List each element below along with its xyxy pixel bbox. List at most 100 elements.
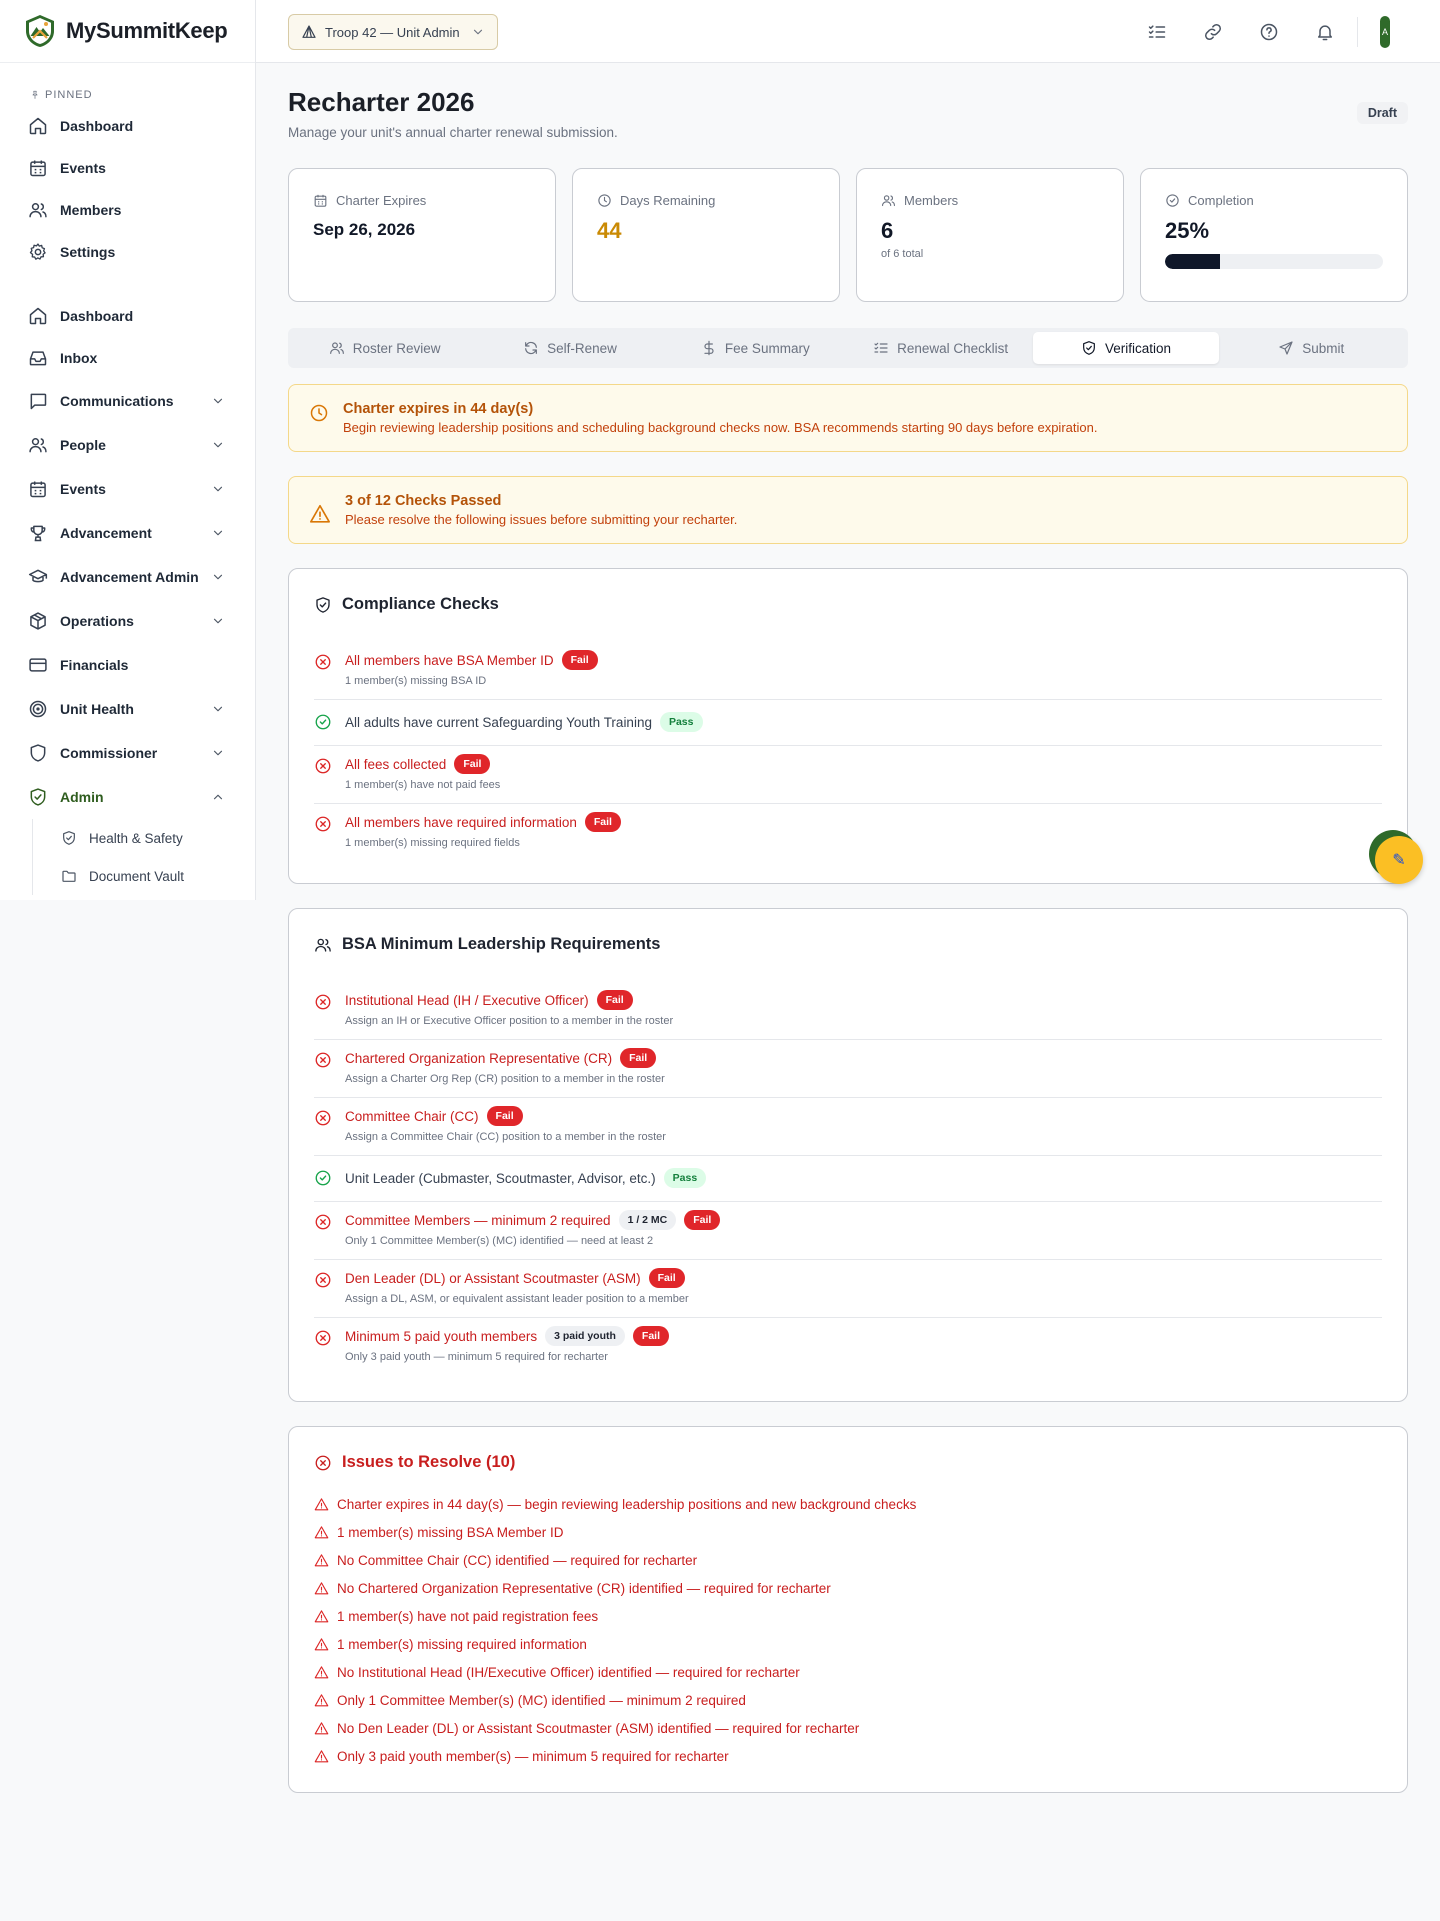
floating-action-button[interactable]: ✎ [1375, 836, 1423, 884]
tab-fee-summary[interactable]: Fee Summary [663, 332, 848, 364]
sidebar-item-operations[interactable]: Operations [0, 599, 255, 643]
check-circle-icon [1165, 193, 1180, 208]
shield-check-icon [1081, 340, 1097, 356]
x-circle-icon [314, 1329, 332, 1347]
sidebar-item-events[interactable]: Events [0, 467, 255, 511]
recharter-tabs: Roster Review Self-Renew Fee Summary Ren… [288, 328, 1408, 368]
pinned-item-members[interactable]: Members [0, 189, 255, 231]
issue-text: Only 1 Committee Member(s) (MC) identifi… [337, 1692, 746, 1708]
sidebar-item-financials[interactable]: Financials [0, 643, 255, 687]
check-detail: Assign a Charter Org Rep (CR) position t… [345, 1073, 665, 1085]
check-circle-icon [314, 1169, 332, 1187]
avatar[interactable]: A [1380, 15, 1390, 48]
alert-text: Begin reviewing leadership positions and… [343, 420, 1098, 435]
nav-label: Communications [60, 393, 174, 409]
help-icon[interactable] [1259, 22, 1279, 42]
refresh-icon [523, 340, 539, 356]
users-icon [881, 193, 896, 208]
chevron-down-icon [211, 394, 225, 408]
checks-summary-alert: 3 of 12 Checks Passed Please resolve the… [288, 476, 1408, 544]
check-detail: Assign an IH or Executive Officer positi… [345, 1015, 674, 1027]
alert-title: Charter expires in 44 day(s) [343, 401, 534, 417]
sidebar-item-people[interactable]: People [0, 423, 255, 467]
tab-submit[interactable]: Submit [1219, 332, 1404, 364]
card-title: Issues to Resolve (10) [314, 1453, 1382, 1472]
fail-badge: Fail [596, 990, 633, 1010]
check-detail: Assign a DL, ASM, or equivalent assistan… [345, 1293, 689, 1305]
sidebar-subitem-health-safety[interactable]: Health & Safety [33, 819, 255, 857]
check-label: Committee Members — minimum 2 required [345, 1212, 611, 1228]
card-title-text: Issues to Resolve (10) [342, 1453, 516, 1471]
nav-label: Advancement Admin [60, 569, 199, 585]
unit-selector[interactable]: Troop 42 — Unit Admin [288, 14, 498, 50]
tab-roster-review[interactable]: Roster Review [292, 332, 477, 364]
sidebar-subitem-document-vault[interactable]: Document Vault [33, 857, 255, 895]
count-badge: 3 paid youth [545, 1326, 625, 1346]
bell-icon[interactable] [1315, 22, 1335, 42]
stats-row: Charter Expires Sep 26, 2026 Days Remain… [288, 168, 1408, 302]
tab-verification[interactable]: Verification [1033, 332, 1219, 364]
sidebar-item-communications[interactable]: Communications [0, 379, 255, 423]
stat-value: 44 [597, 218, 622, 243]
nav-label: Operations [60, 613, 134, 629]
issues-to-resolve-card: Issues to Resolve (10) Charter expires i… [288, 1426, 1408, 1793]
sidebar-item-advancement-admin[interactable]: Advancement Admin [0, 555, 255, 599]
check-label: All members have required information [345, 814, 577, 830]
issue-text: 1 member(s) missing BSA Member ID [337, 1524, 564, 1540]
nav-label: Members [60, 202, 122, 218]
gear-icon [28, 242, 48, 262]
pinned-section-label: PINNED [0, 63, 255, 105]
tab-label: Submit [1302, 340, 1345, 356]
issue-item: Only 1 Committee Member(s) (MC) identifi… [314, 1686, 1382, 1714]
warning-icon [314, 1609, 329, 1624]
stat-label: Charter Expires [336, 193, 427, 208]
stat-label: Members [904, 193, 959, 208]
pinned-item-events[interactable]: Events [0, 147, 255, 189]
tab-self-renew[interactable]: Self-Renew [477, 332, 662, 364]
pinned-item-settings[interactable]: Settings [0, 231, 255, 273]
calendar-icon [313, 193, 328, 208]
check-label: All members have BSA Member ID [345, 652, 554, 668]
stat-card-completion: Completion 25% [1140, 168, 1408, 302]
issue-text: No Den Leader (DL) or Assistant Scoutmas… [337, 1720, 860, 1736]
warning-icon [314, 1497, 329, 1512]
chevron-down-icon [211, 746, 225, 760]
fail-badge: Fail [620, 1048, 657, 1068]
brand[interactable]: MySummitKeep [0, 0, 255, 63]
check-label: Chartered Organization Representative (C… [345, 1050, 613, 1066]
nav-label: Settings [60, 244, 116, 260]
checklist-icon[interactable] [1147, 22, 1167, 42]
clock-icon [309, 403, 329, 423]
x-circle-icon [314, 1213, 332, 1231]
pin-icon [30, 90, 40, 100]
target-icon [28, 699, 48, 719]
check-row: All members have required information Fai… [314, 804, 1382, 861]
check-label: Minimum 5 paid youth members [345, 1328, 538, 1344]
x-circle-icon [314, 815, 332, 833]
issue-item: No Institutional Head (IH/Executive Offi… [314, 1658, 1382, 1686]
issue-item: No Den Leader (DL) or Assistant Scoutmas… [314, 1714, 1382, 1742]
sidebar-item-inbox[interactable]: Inbox [0, 337, 255, 379]
issue-text: Charter expires in 44 day(s) — begin rev… [337, 1496, 917, 1512]
alert-title: 3 of 12 Checks Passed [345, 493, 502, 509]
nav-label: Financials [60, 657, 129, 673]
x-circle-icon [314, 1051, 332, 1069]
sidebar-item-dashboard[interactable]: Dashboard [0, 295, 255, 337]
tab-label: Verification [1104, 340, 1171, 356]
x-circle-icon [314, 1109, 332, 1127]
sidebar-item-admin[interactable]: Admin [0, 775, 255, 819]
chevron-down-icon [211, 614, 225, 628]
sidebar-item-unit-health[interactable]: Unit Health [0, 687, 255, 731]
nav-label: Dashboard [60, 118, 134, 134]
stat-card-days-remaining: Days Remaining 44 [572, 168, 840, 302]
tab-renewal-checklist[interactable]: Renewal Checklist [848, 332, 1033, 364]
magic-wand-icon: ✎ [1392, 852, 1406, 869]
tab-label: Self-Renew [547, 340, 617, 356]
sidebar-item-commissioner[interactable]: Commissioner [0, 731, 255, 775]
link-icon[interactable] [1203, 22, 1223, 42]
stat-value: Sep 26, 2026 [313, 220, 416, 239]
sidebar-item-advancement[interactable]: Advancement [0, 511, 255, 555]
issue-item: 1 member(s) missing required information [314, 1630, 1382, 1658]
graduation-cap-icon [28, 567, 48, 587]
pinned-item-dashboard[interactable]: Dashboard [0, 105, 255, 147]
